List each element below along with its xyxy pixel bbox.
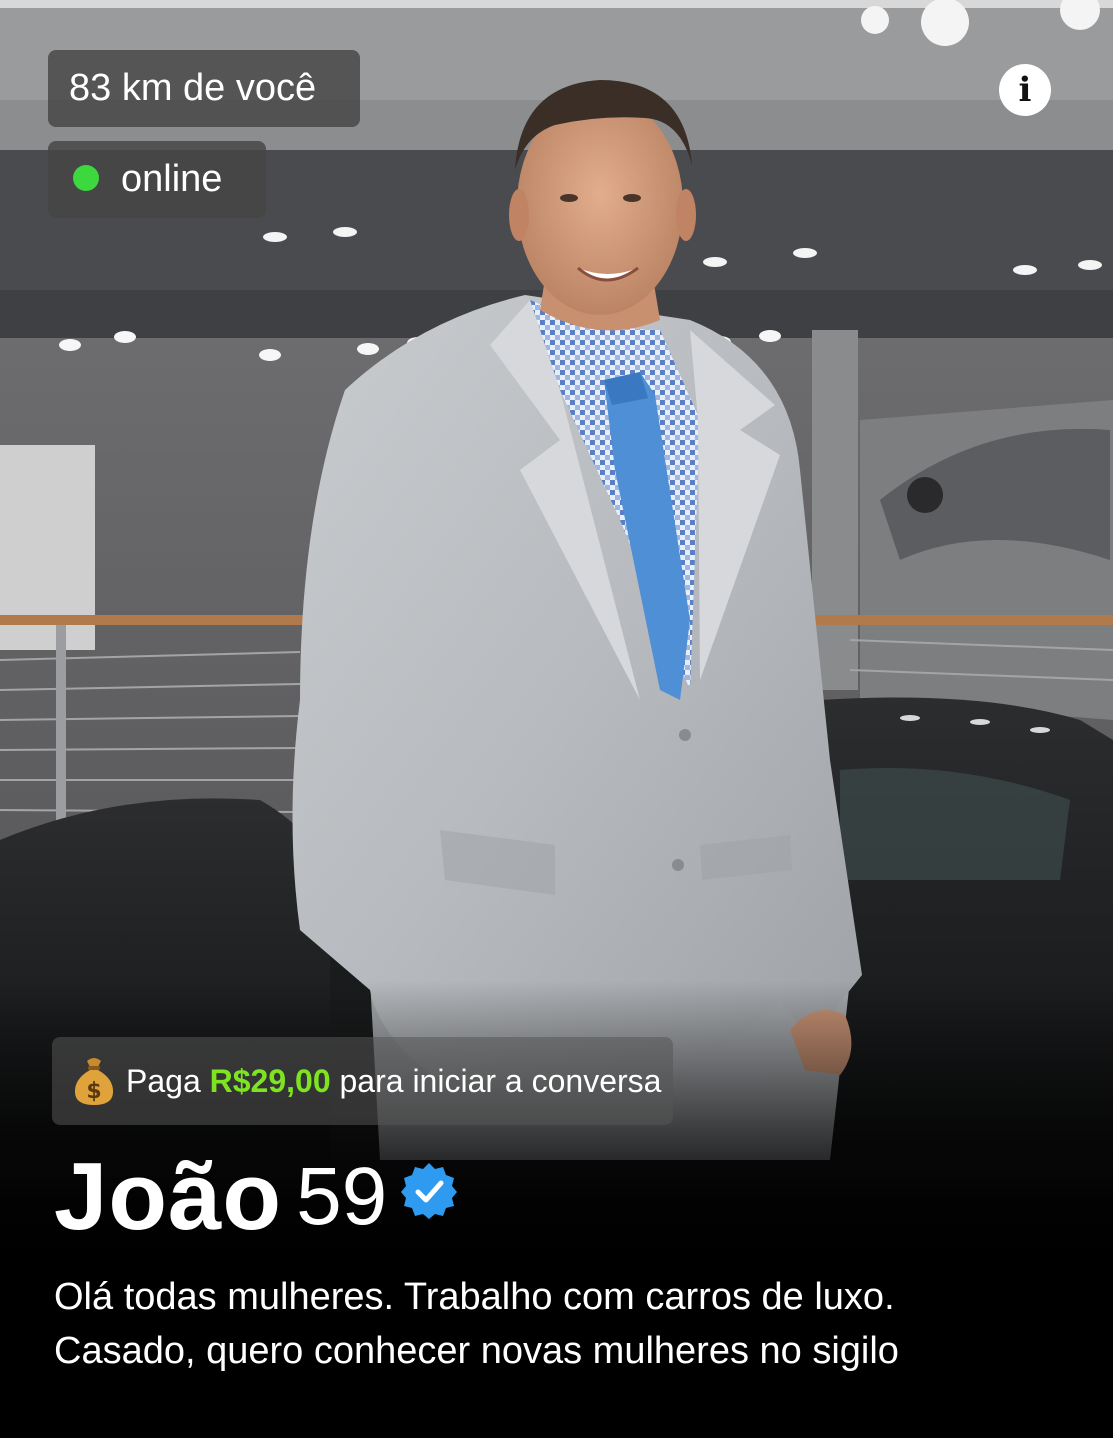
pay-prefix: Paga — [126, 1063, 201, 1099]
profile-card[interactable]: 83 km de você online i $ Paga R$29,00 pa… — [0, 0, 1113, 1438]
profile-age: 59 — [296, 1151, 388, 1242]
online-status-badge: online — [48, 141, 267, 218]
info-icon: i — [1018, 70, 1032, 110]
distance-text: 83 km de você — [69, 67, 317, 109]
pay-amount: R$29,00 — [209, 1063, 331, 1099]
profile-bio: Olá todas mulheres. Trabalho com carros … — [54, 1270, 1084, 1378]
verified-badge-icon — [401, 1163, 458, 1219]
pay-to-chat-badge: $ Paga R$29,00 para iniciar a conversa — [52, 1037, 674, 1125]
name-row: João 59 — [54, 1142, 459, 1252]
bio-line: Casado, quero conhecer novas mulheres no… — [54, 1330, 899, 1372]
profile-name: João — [54, 1143, 283, 1250]
pay-suffix: para iniciar a conversa — [339, 1063, 662, 1099]
svg-text:$: $ — [86, 1079, 101, 1104]
online-dot-icon — [73, 164, 99, 191]
info-button[interactable]: i — [999, 64, 1051, 116]
online-status-text: online — [121, 158, 223, 200]
distance-badge: 83 km de você — [48, 50, 361, 127]
bio-line: Olá todas mulheres. Trabalho com carros … — [54, 1276, 895, 1318]
money-bag-icon: $ — [74, 1057, 114, 1105]
